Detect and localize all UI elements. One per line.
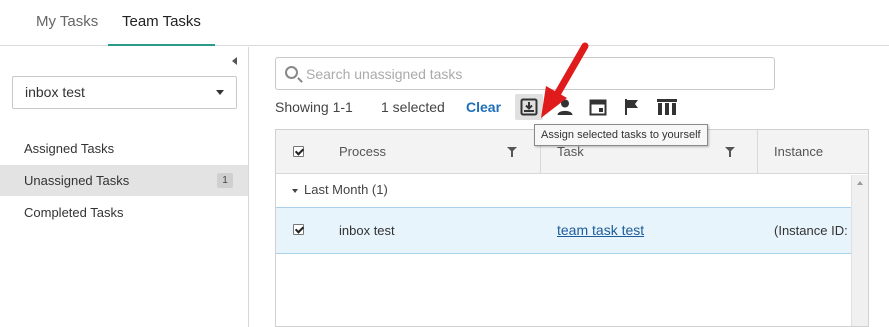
tasks-grid: Process Task Instance Last Month (1) inb… (275, 129, 869, 327)
group-row-last-month[interactable]: Last Month (1) (276, 175, 852, 205)
top-tab-bar: My Tasks Team Tasks (0, 0, 889, 46)
annotation-arrow-icon (541, 42, 589, 118)
sidebar-item-assigned-tasks[interactable]: Assigned Tasks (0, 133, 248, 164)
column-divider (757, 130, 758, 174)
instance-cell: (Instance ID: (774, 223, 848, 238)
select-all-checkbox[interactable] (293, 146, 304, 157)
selected-count: 1 selected (381, 99, 445, 115)
search-icon (285, 66, 298, 79)
team-select[interactable]: inbox test (12, 76, 237, 109)
caret-down-icon (292, 188, 298, 193)
scroll-up-icon[interactable] (857, 181, 863, 185)
sidebar-item-label: Unassigned Tasks (24, 173, 130, 188)
assign-tooltip: Assign selected tasks to yourself (534, 124, 708, 146)
priority-button[interactable] (618, 94, 646, 120)
tab-team-tasks[interactable]: Team Tasks (108, 0, 215, 46)
columns-button[interactable] (652, 94, 680, 120)
vertical-scrollbar[interactable] (851, 175, 868, 326)
column-header-process[interactable]: Process (339, 130, 386, 174)
table-row[interactable]: inbox test team task test (Instance ID: (276, 207, 852, 254)
column-header-instance[interactable]: Instance (774, 130, 823, 174)
process-cell: inbox test (339, 223, 395, 238)
chevron-down-icon (216, 90, 224, 95)
sidebar-item-label: Assigned Tasks (24, 141, 115, 156)
sidebar-item-completed-tasks[interactable]: Completed Tasks (0, 197, 248, 228)
sidebar-item-label: Completed Tasks (24, 205, 124, 220)
showing-count: Showing 1-1 (275, 99, 353, 115)
flag-icon (625, 99, 638, 115)
sidebar-item-unassigned-tasks[interactable]: Unassigned Tasks 1 (0, 165, 248, 196)
team-select-value: inbox test (25, 84, 85, 100)
search-box (275, 57, 775, 90)
row-checkbox[interactable] (293, 224, 304, 235)
filter-icon[interactable] (725, 147, 735, 157)
columns-icon (657, 99, 677, 115)
count-badge: 1 (217, 173, 233, 188)
task-link[interactable]: team task test (557, 208, 644, 253)
filter-icon[interactable] (507, 147, 517, 157)
clear-selection-link[interactable]: Clear (466, 98, 501, 116)
collapse-sidebar-icon[interactable] (232, 57, 237, 65)
tab-my-tasks[interactable]: My Tasks (22, 0, 112, 46)
sidebar: inbox test Assigned Tasks Unassigned Tas… (0, 47, 249, 327)
group-label: Last Month (1) (304, 182, 388, 197)
